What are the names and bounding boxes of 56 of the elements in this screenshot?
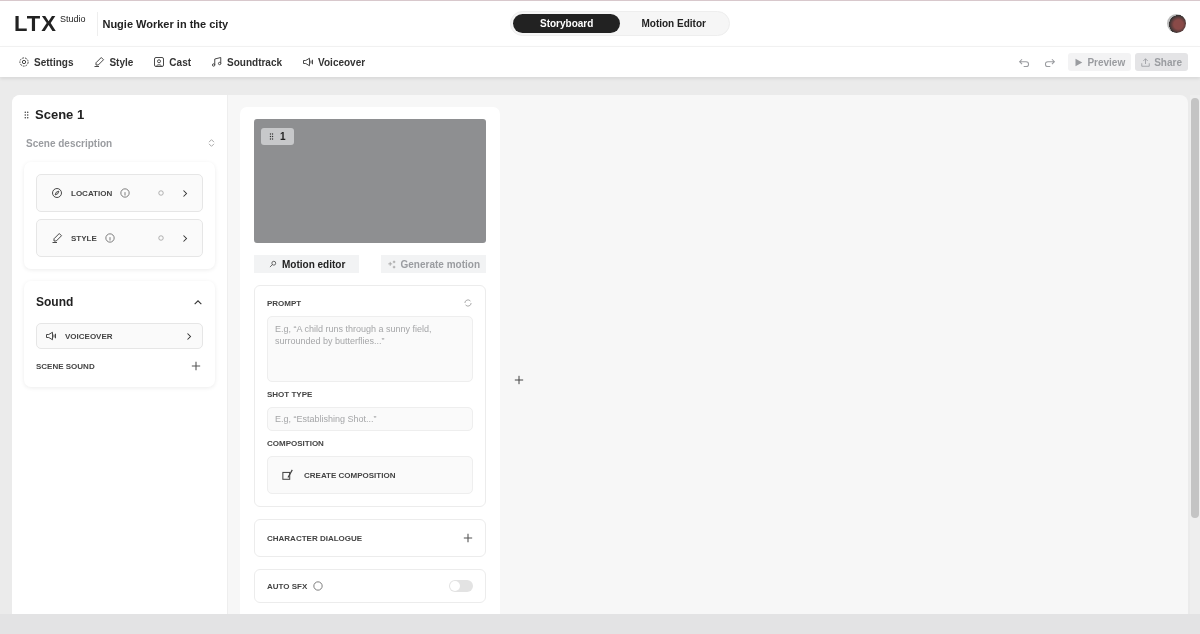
chevron-up-icon[interactable] <box>193 298 203 306</box>
logo-subtitle: Studio <box>59 13 86 24</box>
avatar[interactable] <box>1167 14 1186 33</box>
toolbar-button[interactable]: Settings <box>14 54 78 70</box>
prompt-field[interactable]: E.g, “A child runs through a sunny field, surrounded by butterflies...” <box>267 316 473 382</box>
drag-handle-icon <box>269 133 274 140</box>
shot-type-field[interactable]: E.g, “Establishing Shot...” <box>267 407 473 431</box>
music-note-icon <box>211 56 224 68</box>
pen-icon <box>51 232 63 244</box>
toolbar-button[interactable]: Style <box>89 54 138 70</box>
add-shot-icon[interactable] <box>514 375 524 385</box>
auto-sfx-label: AUTO SFX <box>267 581 308 591</box>
upload-icon <box>1141 57 1151 67</box>
megaphone-icon <box>45 330 57 342</box>
project-title: Nugie Worker in the city <box>101 17 229 30</box>
status-circle-icon <box>158 235 164 241</box>
auto-sfx-toggle[interactable] <box>449 580 473 592</box>
sort-icon <box>208 138 215 148</box>
horizontal-scrollbar[interactable] <box>0 614 1200 634</box>
shot-type-label: SHOT TYPE <box>267 390 314 399</box>
plus-icon[interactable] <box>191 361 201 371</box>
compass-icon <box>51 187 63 199</box>
view-tab[interactable]: Motion Editor <box>620 14 728 33</box>
prompt-label: PROMPT <box>267 298 302 308</box>
composition-label: COMPOSITION <box>267 439 325 448</box>
view-tab[interactable]: Storyboard <box>513 14 621 33</box>
sound-title: Sound <box>36 295 74 309</box>
status-circle-icon <box>158 190 164 196</box>
toolbar-button[interactable]: Cast <box>149 54 196 70</box>
dialogue-label: CHARACTER DIALOGUE <box>267 533 363 543</box>
scene-title: Scene 1 <box>35 107 85 122</box>
pen-icon <box>93 56 106 68</box>
scene-attribute-button[interactable]: LOCATION <box>36 174 203 212</box>
logo: LTX <box>14 11 57 36</box>
chevron-right-icon <box>186 331 192 341</box>
sparkle-icon <box>386 259 396 269</box>
toolbar-button[interactable]: Soundtrack <box>207 54 287 70</box>
scene-description-field[interactable]: Scene description <box>24 137 208 149</box>
chevron-right-icon <box>182 188 188 198</box>
link-icon <box>268 259 277 269</box>
scene-attribute-button[interactable]: STYLE <box>36 219 203 257</box>
motion-editor-button[interactable]: Motion editor <box>254 255 360 273</box>
shot-number-badge[interactable]: 1 <box>261 128 294 145</box>
play-icon <box>1074 57 1084 67</box>
megaphone-icon <box>302 56 315 68</box>
drag-handle-icon[interactable] <box>24 110 29 119</box>
scene-sound-label: SCENE SOUND <box>36 361 95 371</box>
voiceover-button[interactable]: VOICEOVER <box>36 323 203 349</box>
plus-icon[interactable] <box>463 533 473 543</box>
create-composition-button[interactable]: CREATE COMPOSITION <box>267 456 473 494</box>
settings-icon <box>18 56 30 68</box>
composition-icon <box>282 469 294 481</box>
toolbar-button[interactable]: Voiceover <box>298 54 370 70</box>
shot-thumbnail[interactable]: 1 <box>254 119 486 243</box>
portrait-icon <box>153 56 166 68</box>
chevron-right-icon <box>182 233 188 243</box>
